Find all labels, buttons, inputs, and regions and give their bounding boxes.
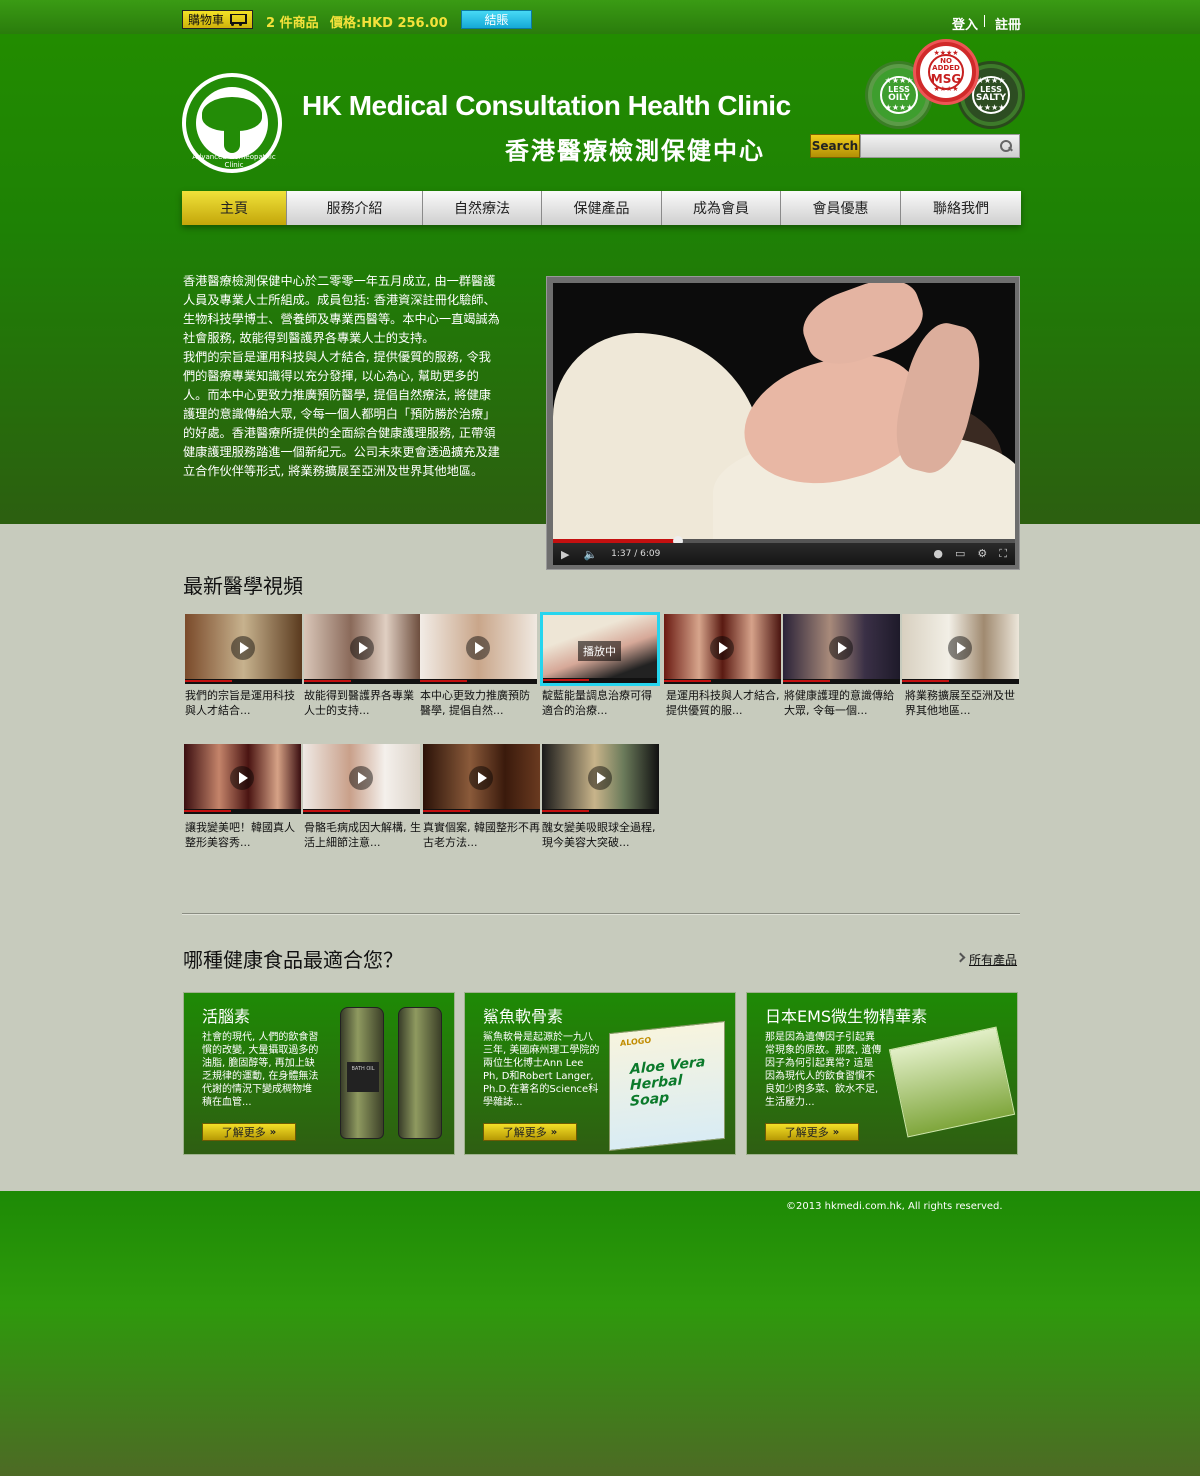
logo-text: Advanced Homeopathic Clinic <box>192 153 276 169</box>
search-button[interactable]: Search <box>810 134 860 158</box>
video-controls: ▶ 🔈 1:37 / 6:09 ● ▭ ⚙ ⛶ <box>553 543 1015 565</box>
product-title: 鯊魚軟骨素 <box>483 1007 564 1026</box>
info-icon[interactable]: ● <box>933 547 943 561</box>
play-icon <box>230 766 254 790</box>
video-caption-8[interactable]: 讓我變美吧！韓國真人整形美容秀... <box>185 820 305 850</box>
cart-count: 2 件商品 <box>266 16 319 31</box>
clinic-logo[interactable]: Advanced Homeopathic Clinic <box>182 73 282 173</box>
nav-membership[interactable]: 成為會員 <box>662 191 781 225</box>
intro-text: 香港醫療檢測保健中心於二零零一年五月成立, 由一群醫護人員及專業人士所組成。成員… <box>183 272 503 481</box>
video-caption-1[interactable]: 我們的宗旨是運用科技與人才結合... <box>185 688 305 718</box>
play-icon[interactable]: ▶ <box>561 548 569 561</box>
playing-label: 播放中 <box>578 641 621 661</box>
video-caption-2[interactable]: 故能得到醫護界各專業人士的支持... <box>304 688 424 718</box>
captions-icon[interactable]: ▭ <box>955 547 965 561</box>
learn-more-button[interactable]: 了解更多» <box>765 1123 859 1141</box>
product-title: 日本EMS微生物精華素 <box>765 1007 928 1026</box>
video-caption-6[interactable]: 將健康護理的意識傳給大眾, 令每一個... <box>784 688 904 718</box>
intro-paragraph-2: 我們的宗旨是運用科技與人才結合, 提供優質的服務, 令我們的醫療專業知識得以充分… <box>183 350 500 478</box>
video-thumb-2[interactable] <box>304 614 421 684</box>
double-chevron-icon: » <box>550 1126 558 1138</box>
play-icon <box>466 636 490 660</box>
play-icon <box>349 766 373 790</box>
tree-icon <box>196 87 268 159</box>
main-nav: 主頁 服務介紹 自然療法 保健產品 成為會員 會員優惠 聯絡我們 <box>182 191 1021 225</box>
footer <box>0 1191 1200 1476</box>
product-desc: 社會的現代, 人們的飲食習慣的改變, 大量攝取過多的油脂, 膽固醇等, 再加上缺… <box>202 1032 319 1108</box>
double-chevron-icon: » <box>832 1126 840 1138</box>
bottle-image <box>398 1007 442 1139</box>
cart-price: 價格:HKD 256.00 <box>330 16 448 31</box>
site-title-zh: 香港醫療檢測保健中心 <box>505 137 765 165</box>
product-desc: 鯊魚軟骨是起源於一九八三年, 美國麻州理工學院的兩位生化博士Ann Lee Ph… <box>483 1032 600 1108</box>
video-thumb-7[interactable] <box>902 614 1019 684</box>
play-icon <box>350 636 374 660</box>
learn-more-button[interactable]: 了解更多» <box>483 1123 577 1141</box>
nav-home[interactable]: 主頁 <box>182 191 287 225</box>
video-caption-4[interactable]: 靛藍能量調息治療可得適合的治療... <box>542 688 662 718</box>
video-player[interactable]: ▶ 🔈 1:37 / 6:09 ● ▭ ⚙ ⛶ <box>546 276 1020 570</box>
cart-label: 購物車 <box>188 13 225 27</box>
login-link[interactable]: 登入 <box>952 14 978 33</box>
play-icon <box>948 636 972 660</box>
video-caption-7[interactable]: 將業務擴展至亞洲及世界其他地區... <box>905 688 1025 718</box>
products-section-title: 哪種健康食品最適合您？ <box>183 948 403 972</box>
video-thumb-10[interactable] <box>423 744 540 814</box>
play-icon <box>588 766 612 790</box>
search-input[interactable] <box>860 134 1020 158</box>
nav-health-products[interactable]: 保健產品 <box>542 191 662 225</box>
videos-section-title: 最新醫學視頻 <box>183 574 303 598</box>
intro-paragraph-1: 香港醫療檢測保健中心於二零零一年五月成立, 由一群醫護人員及專業人士所組成。成員… <box>183 274 500 345</box>
product-card-brain[interactable]: 活腦素 社會的現代, 人們的飲食習慣的改變, 大量攝取過多的油脂, 膽固醇等, … <box>183 992 455 1155</box>
checkout-button[interactable]: 結賬 <box>461 10 532 29</box>
ems-box-image <box>888 1026 1016 1138</box>
video-thumb-4-playing[interactable]: 播放中 <box>540 612 660 686</box>
volume-icon[interactable]: 🔈 <box>583 548 597 561</box>
learn-more-button[interactable]: 了解更多» <box>202 1123 296 1141</box>
nav-services[interactable]: 服務介紹 <box>287 191 423 225</box>
play-icon <box>710 636 734 660</box>
nav-member-offers[interactable]: 會員優惠 <box>781 191 901 225</box>
video-caption-3[interactable]: 本中心更致力推廣預防醫學, 提倡自然... <box>420 688 540 718</box>
video-caption-10[interactable]: 真實個案, 韓國整形不再古老方法... <box>423 820 543 850</box>
fullscreen-icon[interactable]: ⛶ <box>999 547 1007 561</box>
register-link[interactable]: 註冊 <box>995 14 1021 33</box>
product-card-shark-cartilage[interactable]: 鯊魚軟骨素 鯊魚軟骨是起源於一九八三年, 美國麻州理工學院的兩位生化博士Ann … <box>464 992 736 1155</box>
bottle-image: BATH OIL <box>340 1007 384 1139</box>
product-card-ems[interactable]: 日本EMS微生物精華素 那是因為遺傳因子引起異常現象的原故。那麼, 遺傳因子為何… <box>746 992 1018 1155</box>
login-separator <box>984 15 985 27</box>
play-icon <box>231 636 255 660</box>
video-caption-5[interactable]: 是運用科技與人才結合, 提供優質的服... <box>666 688 786 718</box>
video-time: 1:37 / 6:09 <box>611 549 661 559</box>
nav-contact[interactable]: 聯絡我們 <box>901 191 1021 225</box>
video-thumb-1[interactable] <box>185 614 302 684</box>
no-msg-badge: ★★★★ NO ADDED MSG ★★★★ <box>916 42 976 102</box>
play-icon <box>829 636 853 660</box>
settings-icon[interactable]: ⚙ <box>977 547 987 561</box>
cart-icon <box>227 13 248 26</box>
video-thumb-8[interactable] <box>184 744 301 814</box>
product-desc: 那是因為遺傳因子引起異常現象的原故。那麼, 遺傳因子為何引起異常? 這是因為現代… <box>765 1032 882 1108</box>
video-screen[interactable] <box>553 283 1015 539</box>
site-title-en: HK Medical Consultation Health Clinic <box>302 90 791 121</box>
double-chevron-icon: » <box>269 1126 277 1138</box>
cart-button[interactable]: 購物車 <box>182 10 253 29</box>
video-thumb-3[interactable] <box>420 614 537 684</box>
video-caption-9[interactable]: 骨骼毛病成因大解構, 生活上細節注意... <box>304 820 424 850</box>
soap-box-image: ALOGO Aloe Vera Herbal Soap <box>609 1020 725 1152</box>
video-thumb-5[interactable] <box>664 614 781 684</box>
nav-natural-therapy[interactable]: 自然療法 <box>423 191 542 225</box>
product-title: 活腦素 <box>202 1007 251 1026</box>
search-icon[interactable] <box>999 139 1013 153</box>
section-divider <box>182 913 1020 915</box>
all-products-link[interactable]: 所有產品 <box>957 951 1017 968</box>
play-icon <box>469 766 493 790</box>
video-thumb-9[interactable] <box>303 744 420 814</box>
video-thumb-11[interactable] <box>542 744 659 814</box>
video-caption-11[interactable]: 醜女變美吸眼球全過程, 現今美容大突破... <box>542 820 662 850</box>
copyright: ©2013 hkmedi.com.hk, All rights reserved… <box>786 1201 1003 1212</box>
video-thumb-6[interactable] <box>783 614 900 684</box>
